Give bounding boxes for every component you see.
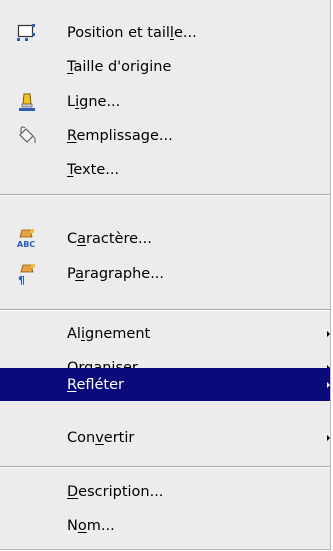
submenu-arrow-icon bbox=[327, 381, 330, 388]
svg-text:¶: ¶ bbox=[18, 274, 25, 285]
menu-item-label: Taille d'origine bbox=[67, 59, 172, 75]
menu-item-label: Texte... bbox=[67, 162, 120, 178]
menu-item-alignment[interactable]: Alignement bbox=[0, 317, 330, 351]
menu-separator bbox=[0, 309, 330, 311]
position-size-icon bbox=[16, 22, 38, 44]
context-menu: Position et taille... Taille d'origine L… bbox=[0, 0, 331, 550]
menu-item-label: Remplissage... bbox=[67, 128, 173, 144]
menu-item-convert[interactable]: Convertir bbox=[0, 421, 330, 455]
menu-item-position-size[interactable]: Position et taille... bbox=[0, 16, 330, 50]
menu-separator bbox=[0, 194, 330, 196]
menu-separator bbox=[0, 466, 330, 468]
menu-item-label: Convertir bbox=[67, 430, 135, 446]
submenu-arrow-icon bbox=[327, 435, 330, 441]
menu-item-paragraph[interactable]: ¶ Paragraphe... bbox=[0, 257, 330, 291]
menu-item-label: Nom... bbox=[67, 518, 115, 534]
menu-item-label: Refléter bbox=[67, 376, 124, 393]
menu-item-area[interactable]: Remplissage... bbox=[0, 119, 330, 153]
menu-item-name[interactable]: Nom... bbox=[0, 509, 330, 543]
menu-item-label: Alignement bbox=[67, 326, 151, 342]
submenu-arrow-icon bbox=[327, 331, 330, 337]
menu-item-text[interactable]: Texte... bbox=[0, 153, 330, 187]
menu-item-label: Paragraphe... bbox=[67, 266, 165, 282]
character-abc-icon: ABC bbox=[16, 228, 38, 250]
menu-item-flip[interactable]: Refléter bbox=[0, 368, 330, 401]
fill-bucket-icon bbox=[16, 125, 38, 147]
menu-item-line[interactable]: Ligne... bbox=[0, 85, 330, 119]
menu-item-label: Position et taille... bbox=[67, 25, 197, 41]
menu-item-description[interactable]: Description... bbox=[0, 475, 330, 509]
menu-item-label: Caractère... bbox=[67, 231, 152, 247]
svg-text:ABC: ABC bbox=[17, 240, 35, 249]
menu-item-label: Description... bbox=[67, 484, 164, 500]
menu-item-character[interactable]: ABC Caractère... bbox=[0, 222, 330, 256]
paragraph-icon: ¶ bbox=[16, 263, 38, 287]
menu-item-label: Ligne... bbox=[67, 94, 121, 110]
line-pen-icon bbox=[16, 91, 38, 113]
menu-item-original-size[interactable]: Taille d'origine bbox=[0, 50, 330, 84]
